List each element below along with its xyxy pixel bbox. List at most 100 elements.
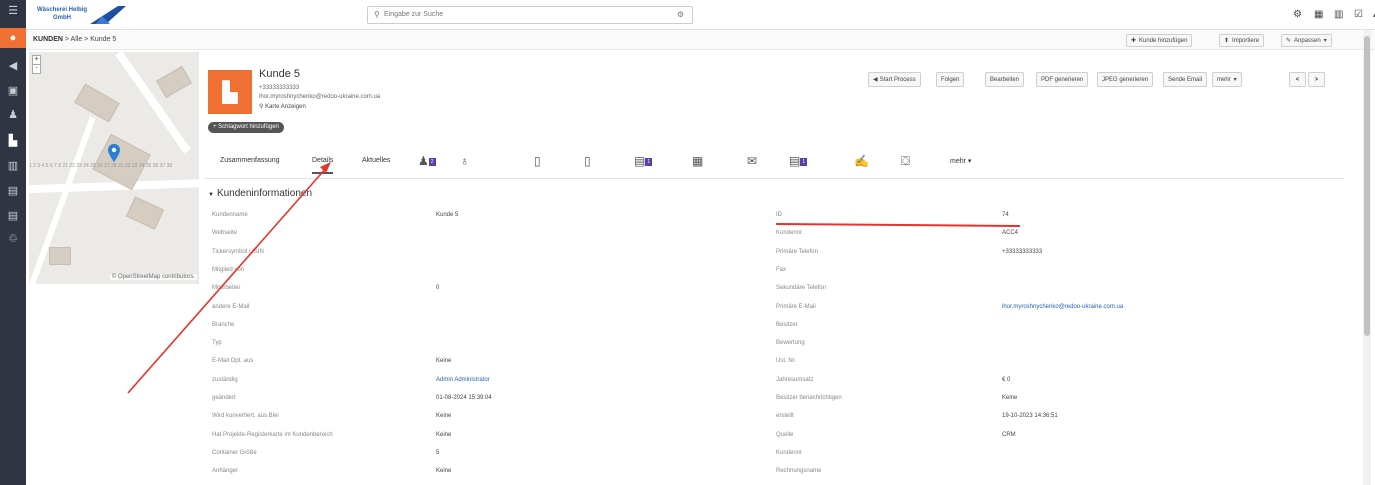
start-process-button[interactable]: ◀ Start Process: [868, 72, 921, 87]
invoice-icon: ▤: [634, 154, 646, 168]
scrollbar-thumb[interactable]: [1364, 36, 1370, 336]
customers-module-icon[interactable]: ●: [0, 28, 26, 48]
tab-quotes[interactable]: ▯: [534, 154, 541, 168]
organization-avatar-icon: ▙: [208, 70, 252, 114]
field-value[interactable]: ACC4: [1002, 230, 1018, 236]
tab-opportunities[interactable]: ♁: [460, 154, 469, 168]
quote-document-icon: ▯: [534, 154, 541, 168]
tab-emails[interactable]: ✉: [747, 154, 757, 168]
tab-calendar[interactable]: ▦: [692, 154, 703, 168]
map-attribution[interactable]: © OpenStreetMap contributors.: [109, 274, 197, 280]
tab-more[interactable]: mehr ▾: [950, 157, 971, 165]
brand-logo[interactable]: Wäscherei Helbig GmbH: [36, 4, 131, 26]
record-detail-panel: ▙ Kunde 5 +33333333333 ihor.myroshnychen…: [204, 52, 1344, 485]
add-tag-button[interactable]: + Schlagwort hinzufügen: [208, 122, 284, 133]
customer-info-section: ▼ Kundeninformationen Kundenname Kunde 5 We…: [204, 182, 1344, 485]
menu-icon[interactable]: ☰: [0, 0, 26, 20]
location-map[interactable]: 1 2 3 4 5 6 7 8 21 22 23 24 25 26 27 28 …: [29, 52, 199, 284]
edit-button[interactable]: Bearbeiten: [985, 72, 1025, 87]
record-tabs: Zusammenfassung Details Aktuelles ♟ 2 ♁ ▯…: [204, 146, 1344, 179]
tab-documents[interactable]: ▤ 1: [789, 154, 808, 168]
section-header[interactable]: ▼ Kundeninformationen: [208, 188, 312, 199]
follow-button[interactable]: Folgen: [936, 72, 965, 87]
field-row: Primäre E-Mail ihor.myroshnychenko@redoo-…: [204, 304, 1344, 322]
workflow-icon[interactable]: ♲: [0, 228, 26, 248]
show-map-label: Karte Anzeigen: [265, 104, 306, 110]
tab-contacts[interactable]: ♟ 2: [418, 154, 436, 168]
campaign-icon[interactable]: ◀: [0, 55, 26, 75]
field-row: Fax: [204, 267, 1344, 285]
add-customer-button[interactable]: ✚ Kunde hinzufügen: [1126, 34, 1193, 47]
record-header: ▙ Kunde 5 +33333333333 ihor.myroshnychen…: [204, 52, 1344, 142]
map-zoom-control[interactable]: + -: [32, 55, 41, 74]
tab-updates[interactable]: Aktuelles: [362, 157, 390, 164]
next-record-button[interactable]: >: [1308, 72, 1325, 87]
field-value[interactable]: Keine: [1002, 395, 1017, 401]
more-actions-button[interactable]: mehr ▾: [1212, 72, 1242, 87]
organization-icon[interactable]: ▙: [0, 130, 26, 150]
field-value[interactable]: 19-10-2023 14:36:51: [1002, 413, 1058, 419]
previous-record-button[interactable]: <: [1289, 72, 1306, 87]
field-value[interactable]: € 0: [1002, 377, 1010, 383]
field-row: Kundennr.: [204, 450, 1344, 468]
import-button[interactable]: ⬆ Importiere: [1219, 34, 1265, 47]
record-phone[interactable]: +33333333333: [259, 85, 299, 91]
field-label: ID: [776, 212, 782, 218]
send-email-button[interactable]: Sende Email: [1163, 72, 1208, 87]
breadcrumb-path[interactable]: > Alle > Kunde 5: [65, 36, 116, 43]
zoom-out-button[interactable]: -: [33, 64, 40, 73]
invoices-count-badge: 1: [645, 157, 653, 166]
field-value[interactable]: CRM: [1002, 432, 1016, 438]
wrench-icon: ✎: [1286, 38, 1292, 44]
reports-icon[interactable]: ▤: [0, 180, 26, 200]
show-map-link[interactable]: ⚲ Karte Anzeigen: [259, 103, 306, 110]
box-icon: ⛋: [901, 154, 911, 168]
brand-swoosh-icon: [90, 6, 126, 24]
field-row: Besitzer benachrichtigen Keine: [204, 395, 1344, 413]
generate-pdf-button[interactable]: PDF generieren: [1036, 72, 1089, 87]
field-label: Sekundäre Telefon: [776, 285, 826, 292]
generate-jpeg-button[interactable]: JPEG generieren: [1097, 72, 1154, 87]
documents-icon[interactable]: ▤: [0, 205, 26, 225]
order-document-icon: ▯: [584, 154, 591, 168]
customize-button[interactable]: ✎ Anpassen ▾: [1281, 34, 1332, 47]
field-row: ID 74: [204, 212, 1344, 230]
tab-notes[interactable]: ✍: [854, 154, 869, 168]
tab-products[interactable]: ⛋: [901, 154, 910, 169]
field-label: Bewertung: [776, 340, 805, 347]
field-row: Quelle CRM: [204, 432, 1344, 450]
tab-more-label: mehr: [950, 158, 966, 165]
search-settings-icon[interactable]: ⚙: [677, 10, 684, 19]
page-scrollbar[interactable]: [1363, 30, 1371, 485]
breadcrumb-bar: KUNDEN > Alle > Kunde 5 ✚ Kunde hinzufüge…: [26, 31, 1375, 50]
notes-icon: ✍: [854, 154, 869, 168]
calendar-icon[interactable]: ▦: [1314, 9, 1323, 20]
record-title: Kunde 5: [259, 68, 300, 80]
chevron-right-icon: >: [1314, 76, 1319, 83]
tab-invoices[interactable]: ▤ 1: [634, 154, 653, 168]
tasks-check-icon[interactable]: ☑: [1354, 9, 1363, 20]
import-icon: ⬆: [1224, 38, 1230, 44]
field-row: Bewertung: [204, 340, 1344, 358]
left-sidebar: ☰ ● ◀ ▣ ♟ ▙ ▥ ▤ ▤ ♲: [0, 0, 26, 485]
map-pin-icon[interactable]: [108, 144, 120, 162]
breadcrumb-module[interactable]: KUNDEN: [33, 36, 63, 43]
field-value[interactable]: ihor.myroshnychenko@redoo-ukraine.com.ua: [1002, 304, 1123, 310]
email-envelope-icon: ✉: [747, 154, 758, 168]
tab-orders[interactable]: ▯: [584, 154, 591, 168]
record-email[interactable]: ihor.myroshnychenko@redoo-ukraine.com.ua: [259, 94, 380, 100]
field-value[interactable]: 74: [1002, 212, 1009, 218]
trash-icon[interactable]: ▥: [0, 155, 26, 175]
tab-summary[interactable]: Zusammenfassung: [220, 157, 280, 164]
section-title: Kundeninformationen: [216, 188, 313, 199]
tab-details[interactable]: Details: [312, 157, 334, 174]
settings-gear-icon[interactable]: ⚙: [1293, 9, 1302, 20]
chart-icon[interactable]: ▥: [1334, 9, 1343, 20]
zoom-in-button[interactable]: +: [33, 56, 40, 64]
field-value[interactable]: +33333333333: [1002, 249, 1042, 255]
plus-icon: ✚: [1131, 38, 1137, 44]
contact-person-icon[interactable]: ♟: [0, 104, 26, 124]
contacts-card-icon[interactable]: ▣: [0, 80, 26, 100]
global-search-input[interactable]: ⚲ Eingabe zur Suche ⚙: [367, 6, 693, 24]
field-row: Sekundäre Telefon: [204, 285, 1344, 303]
